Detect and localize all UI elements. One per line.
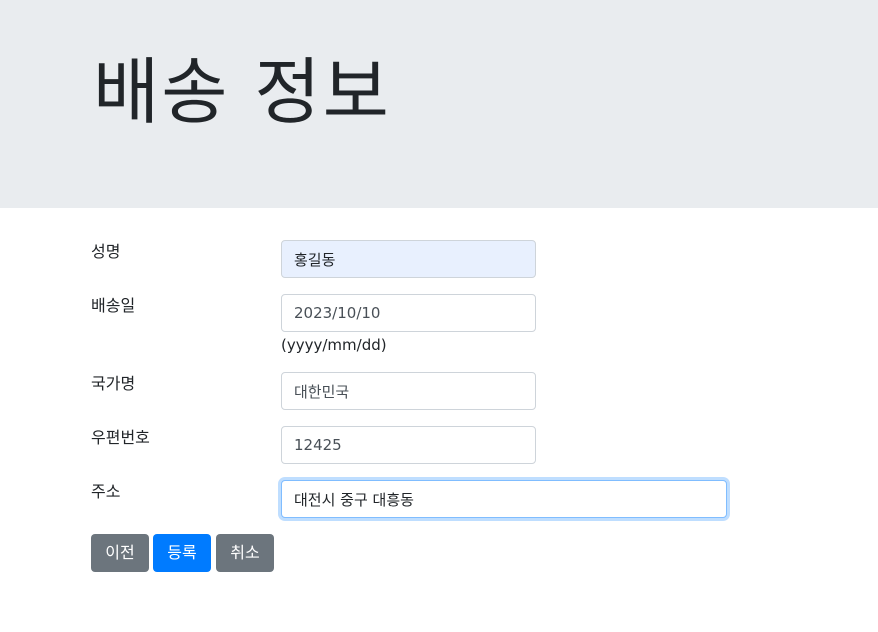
address-label: 주소 xyxy=(91,482,121,501)
shipping-date-field[interactable] xyxy=(281,294,536,332)
zipcode-field[interactable] xyxy=(281,426,536,464)
submit-button[interactable]: 등록 xyxy=(153,534,211,572)
prev-button[interactable]: 이전 xyxy=(91,534,149,572)
address-field[interactable] xyxy=(281,480,727,518)
zipcode-label: 우편번호 xyxy=(91,428,150,447)
cancel-button[interactable]: 취소 xyxy=(216,534,274,572)
shipping-date-label: 배송일 xyxy=(91,296,136,315)
name-label: 성명 xyxy=(91,242,121,261)
country-field[interactable] xyxy=(281,372,536,410)
page-header: 배송 정보 xyxy=(0,0,878,208)
country-label: 국가명 xyxy=(91,374,136,393)
date-format-hint: (yyyy/mm/dd) xyxy=(281,336,387,354)
name-field[interactable] xyxy=(281,240,536,278)
page-title: 배송 정보 xyxy=(93,50,391,134)
